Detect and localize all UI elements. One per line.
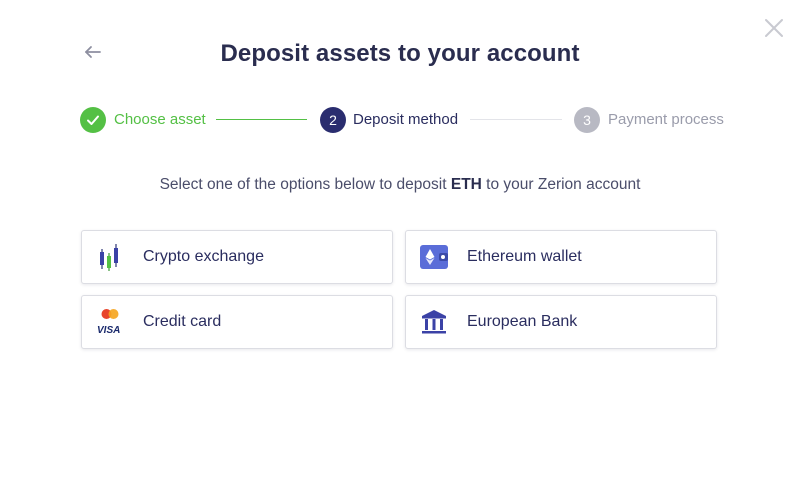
ethereum-wallet-icon: [420, 245, 448, 269]
candlestick-chart-icon: [100, 244, 118, 271]
close-icon: [765, 19, 783, 37]
step-connector-1: [216, 119, 307, 120]
svg-text:VISA: VISA: [97, 325, 120, 336]
step-3-label: Payment process: [608, 111, 724, 128]
option-label: Ethereum wallet: [467, 248, 582, 265]
option-label: Crypto exchange: [143, 248, 264, 265]
option-label: European Bank: [467, 313, 578, 330]
bank-icon: [422, 310, 446, 334]
deposit-modal: Deposit assets to your account Choose as…: [0, 0, 800, 502]
checkmark-icon: [87, 115, 99, 125]
option-crypto-exchange[interactable]: Crypto exchange: [81, 230, 393, 284]
instruction-prefix: Select one of the options below to depos…: [159, 176, 451, 193]
option-label: Credit card: [143, 313, 222, 330]
instruction-text: Select one of the options below to depos…: [0, 176, 800, 194]
option-ethereum-wallet[interactable]: Ethereum wallet: [405, 230, 717, 284]
page-title: Deposit assets to your account: [220, 40, 580, 67]
instruction-asset: ETH: [450, 176, 482, 193]
option-european-bank[interactable]: European Bank: [405, 295, 717, 349]
step-1-complete-indicator: [80, 107, 106, 133]
step-2-label: Deposit method: [353, 111, 459, 128]
close-button[interactable]: [763, 17, 785, 39]
step-1-label: Choose asset: [114, 111, 206, 128]
step-3-indicator: 3: [574, 107, 600, 133]
option-credit-card[interactable]: VISA Credit card: [81, 295, 393, 349]
credit-card-visa-mastercard-icon: VISA: [97, 309, 120, 336]
step-connector-2: [470, 119, 562, 120]
step-2-indicator: 2: [320, 107, 346, 133]
instruction-suffix: to your Zerion account: [481, 176, 641, 193]
